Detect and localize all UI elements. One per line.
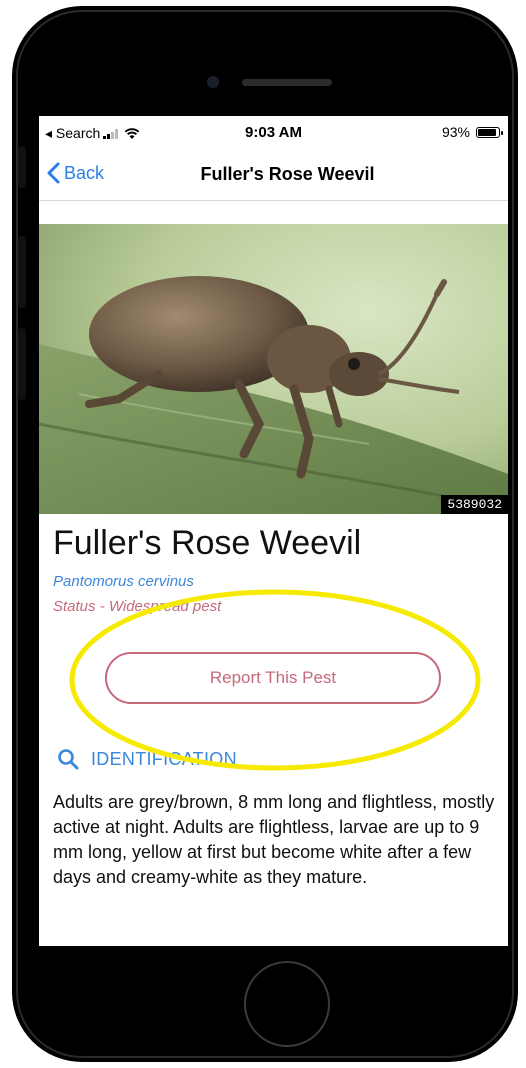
battery-icon [476,126,503,138]
home-button[interactable] [244,961,330,1047]
mute-switch [18,146,26,188]
identification-description: Adults are grey/brown, 8 mm long and fli… [53,792,495,887]
status-right: 93% [441,124,503,140]
photo-id-label: 5389032 [441,495,508,514]
status-time: 9:03 AM [245,124,302,141]
battery-tip [501,130,503,135]
battery-fill [478,128,497,136]
yellow-highlight-annotation [69,589,481,771]
battery-percent: 93% [441,124,470,140]
status-bar: ◂ Search 9:03 AM 93% [39,116,508,152]
navigation-bar: Back Fuller's Rose Weevil [39,152,508,201]
app-screen: ◂ Search 9:03 AM 93% Back Fuller's Rose … [39,116,508,946]
nav-title: Fuller's Rose Weevil [200,164,375,184]
earpiece-speaker [242,79,332,86]
front-camera [207,76,219,88]
pest-name-heading: Fuller's Rose Weevil [53,524,362,562]
pest-photo: 5389032 [39,224,508,514]
volume-up-button [18,236,26,308]
weevil-image [39,224,508,514]
volume-down-button [18,328,26,400]
